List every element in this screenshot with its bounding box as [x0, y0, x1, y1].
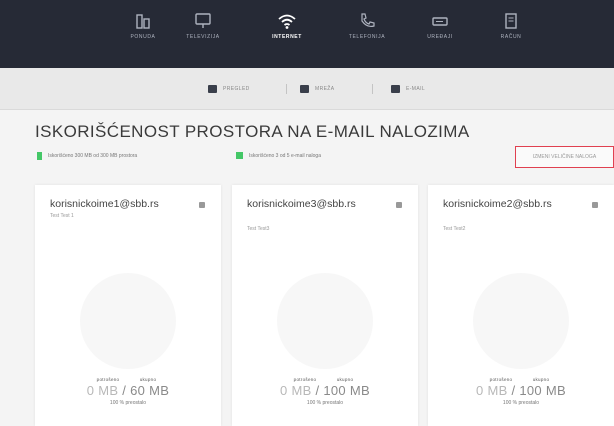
card-menu-icon[interactable]	[592, 202, 598, 208]
account-email: korisnickoime2@sbb.rs	[443, 198, 552, 210]
phone-icon	[361, 13, 375, 28]
legend-swatch	[37, 152, 42, 160]
subnav-label: PREGLED	[223, 86, 250, 92]
total-caption: ukupno	[336, 377, 354, 382]
usage-separator: /	[122, 383, 127, 398]
usage-values: 0 MB / 100 MB	[428, 383, 614, 398]
used-value: 0 MB	[280, 383, 312, 398]
legend-swatch	[236, 152, 243, 159]
total-value: 100 MB	[323, 383, 370, 398]
nav-label: PONUDA	[130, 34, 156, 40]
legend-accounts: Iskorišćeno 3 od 5 e-mail naloga	[236, 152, 321, 159]
subnav-label: E-MAIL	[406, 86, 426, 92]
square-icon	[208, 85, 217, 93]
legend-label: Iskorišćeno 3 od 5 e-mail naloga	[249, 152, 321, 159]
nav-item-racun[interactable]: RAČUN	[479, 12, 543, 40]
used-caption: potrošeno	[489, 377, 513, 382]
usage-separator: /	[315, 383, 320, 398]
used-value: 0 MB	[86, 383, 119, 398]
nav-item-telefonija[interactable]: TELEFONIJA	[335, 12, 399, 40]
remaining-percent: 100 % preostalo	[306, 400, 344, 406]
nav-label: TELEFONIJA	[348, 34, 386, 40]
divider	[286, 84, 287, 94]
wifi-icon	[278, 14, 296, 29]
nav-label: UREĐAJI	[427, 34, 453, 40]
bill-icon	[505, 13, 517, 29]
card-menu-icon[interactable]	[396, 202, 402, 208]
building-icon	[136, 14, 150, 29]
usage-ring	[277, 273, 373, 369]
subnav-item-mreza[interactable]: MREŽA	[300, 83, 335, 95]
tv-icon	[195, 13, 211, 28]
subnav-item-pregled[interactable]: PREGLED	[208, 83, 250, 95]
legend-label: Iskorišćeno 300 MB od 300 MB prostora	[48, 153, 138, 159]
account-name: Test Test3	[247, 226, 270, 232]
nav-item-ponuda[interactable]: PONUDA	[111, 12, 175, 40]
email-account-card: korisnickoime3@sbb.rs Test Test3 potroše…	[232, 185, 418, 426]
square-icon	[391, 85, 400, 93]
usage-values: 0 MB / 100 MB	[232, 383, 418, 398]
total-value: 60 MB	[130, 383, 170, 398]
usage-captions: potrošeno ukupno	[232, 377, 418, 382]
account-email: korisnickoime3@sbb.rs	[247, 198, 356, 210]
email-account-card: korisnickoime2@sbb.rs Test Test2 potroše…	[428, 185, 614, 426]
used-value: 0 MB	[476, 383, 508, 398]
card-menu-icon[interactable]	[199, 202, 205, 208]
account-email: korisnickoime1@sbb.rs	[50, 198, 159, 210]
total-value: 100 MB	[519, 383, 566, 398]
remaining-percent: 100 % preostalo	[502, 400, 540, 406]
sub-navigation: PREGLED MREŽA E-MAIL	[0, 68, 614, 110]
used-caption: potrošeno	[293, 377, 317, 382]
remaining-percent: 100 % preostalo	[109, 400, 147, 406]
nav-label: TELEVIZIJA	[186, 34, 220, 40]
usage-captions: potrošeno ukupno	[35, 377, 221, 382]
usage-separator: /	[511, 383, 516, 398]
square-icon	[300, 85, 309, 93]
page-title: ISKORIŠĆENOST PROSTORA NA E-MAIL NALOZIM…	[35, 122, 470, 141]
usage-values: 0 MB / 60 MB	[35, 383, 221, 398]
usage-captions: potrošeno ukupno	[428, 377, 614, 382]
usage-ring	[473, 273, 569, 369]
nav-label: RAČUN	[500, 34, 522, 40]
legend-used-space: Iskorišćeno 300 MB od 300 MB prostora	[37, 152, 137, 160]
divider	[372, 84, 373, 94]
main-navigation: PONUDA TELEVIZIJA INTERNET TELEFONIJA UR…	[0, 0, 614, 68]
subnav-item-email[interactable]: E-MAIL	[391, 83, 425, 95]
total-caption: ukupno	[532, 377, 550, 382]
used-caption: potrošeno	[96, 377, 120, 382]
nav-item-internet[interactable]: INTERNET	[255, 12, 319, 40]
nav-label: INTERNET	[272, 34, 302, 40]
account-name: Test Test2	[443, 226, 466, 232]
subnav-label: MREŽA	[315, 86, 335, 92]
edit-account-sizes-button[interactable]: IZMENI VELIČINE NALOGA	[515, 146, 614, 168]
nav-item-uredjaji[interactable]: UREĐAJI	[408, 12, 472, 40]
usage-ring	[80, 273, 176, 369]
nav-item-televizija[interactable]: TELEVIZIJA	[171, 12, 235, 40]
total-caption: ukupno	[139, 377, 157, 382]
email-account-card: korisnickoime1@sbb.rs Test Test 1 potroš…	[35, 185, 221, 426]
account-name: Test Test 1	[50, 213, 74, 219]
router-icon	[432, 17, 448, 26]
